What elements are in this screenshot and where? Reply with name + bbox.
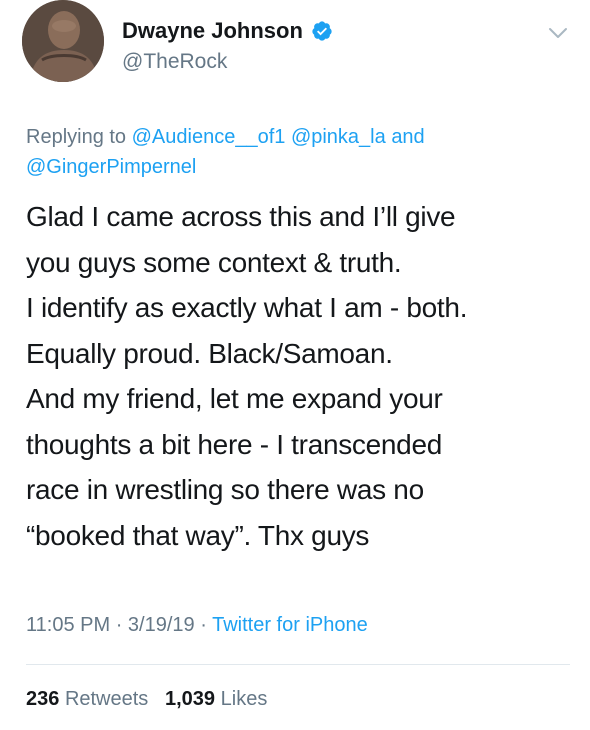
tweet-stats: 236 Retweets 1,039 Likes [26,688,267,711]
user-handle[interactable]: @TheRock [122,50,227,74]
tweet-line: race in wrestling so there was no [26,474,424,505]
tweet-text: Glad I came across this and I’ll give yo… [26,194,574,558]
tweet-line: thoughts a bit here - I transcended [26,428,442,460]
retweets-stat[interactable]: 236 Retweets [26,688,154,710]
avatar-image [22,0,104,82]
tweet-meta: 11:05 PM · 3/19/19 · Twitter for iPhone [26,614,368,637]
likes-label: Likes [220,688,268,710]
avatar[interactable] [22,0,104,82]
replying-to: Replying to @Audience__of1 @pinka_la and… [26,122,566,182]
tweet-time[interactable]: 11:05 PM [26,614,110,636]
likes-count: 1,039 [165,688,216,710]
mention-conjunction[interactable]: and [391,126,424,148]
verified-badge-icon [311,20,333,42]
retweets-label: Retweets [64,688,149,710]
tweet-line: Glad I came across this and I’ll give [26,201,456,232]
tweet-line: you guys some context & truth. [26,246,402,278]
mention-link[interactable]: @pinka_la [291,126,386,148]
mention-link[interactable]: @Audience__of1 [132,126,286,148]
chevron-down-icon[interactable] [548,26,568,40]
tweet-source-link[interactable]: Twitter for iPhone [212,614,368,636]
tweet-line: “booked that way”. Thx guys [26,519,370,551]
mention-link[interactable]: @GingerPimpernel [26,156,196,178]
tweet-line: Equally proud. Black/Samoan. [26,337,393,369]
likes-stat[interactable]: 1,039 Likes [165,688,267,710]
display-name[interactable]: Dwayne Johnson [122,18,303,44]
tweet-line: I identify as exactly what I am - both. [26,292,468,323]
meta-separator: · [200,614,207,636]
display-name-row[interactable]: Dwayne Johnson [122,18,333,44]
divider [26,664,570,665]
tweet-date[interactable]: 3/19/19 [128,614,195,636]
retweets-count: 236 [26,688,60,710]
replying-to-label: Replying to [26,126,127,148]
meta-separator: · [115,614,123,636]
tweet-line: And my friend, let me expand your [26,383,443,414]
